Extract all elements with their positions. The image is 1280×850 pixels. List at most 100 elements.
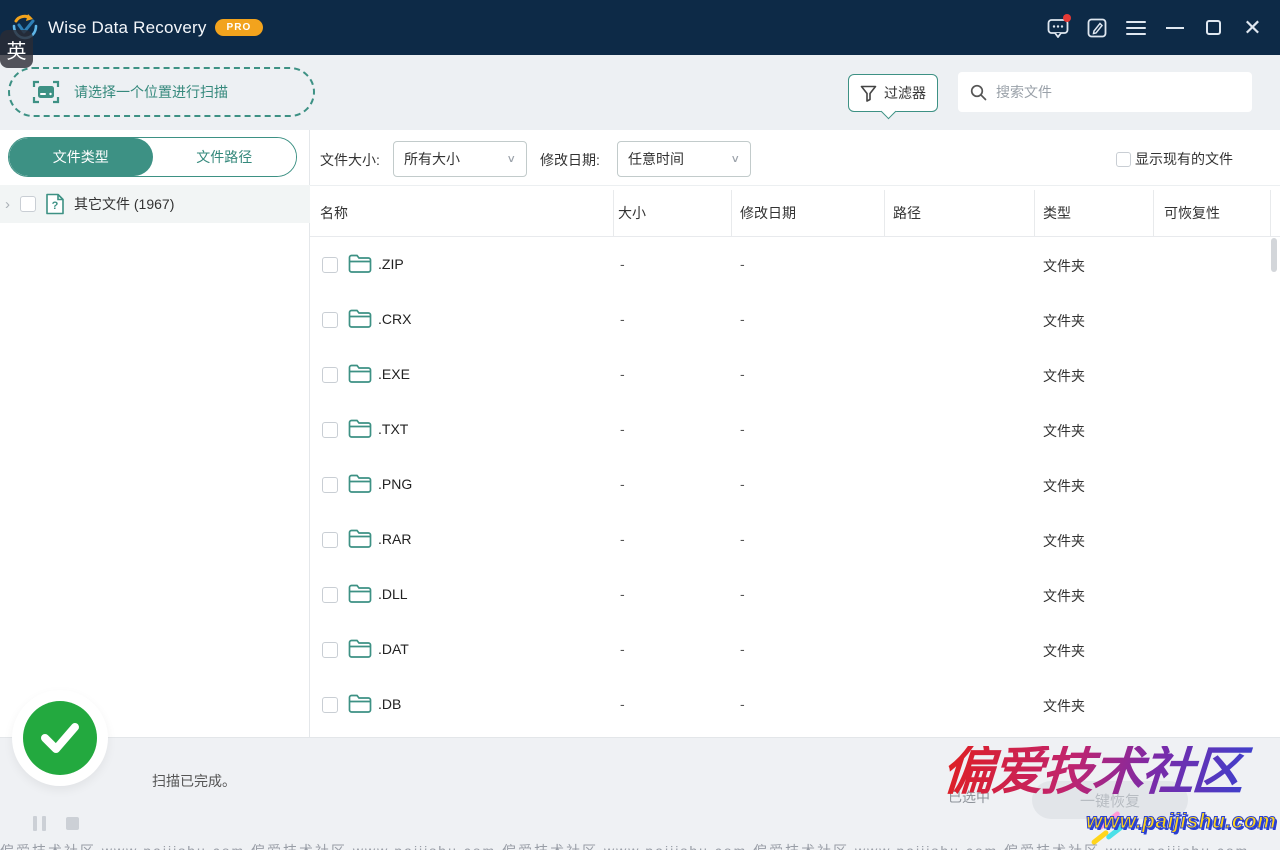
size-filter-label: 文件大小: [320,150,380,170]
title-bar: Wise Data Recovery PRO ✕ [0,0,1280,55]
pause-button[interactable] [33,816,49,831]
folder-icon [348,693,372,714]
select-location-button[interactable]: 请选择一个位置进行扫描 [8,67,315,117]
column-header-name[interactable]: 名称 [320,203,348,223]
maximize-button[interactable] [1194,0,1233,55]
tab-file-path[interactable]: 文件路径 [153,138,297,176]
unknown-file-icon: ? [45,193,65,215]
filter-row: 文件大小: 所有大小 ∨ 修改日期: 任意时间 ∨ 显示现有的文件 [310,130,1280,186]
messages-icon[interactable] [1038,0,1077,55]
table-row[interactable]: .ZIP - - 文件夹 [310,237,1280,292]
tree-item-label: 其它文件 (1967) [74,194,174,214]
cell-date: - [740,531,745,547]
table-row[interactable]: .RAR - - 文件夹 [310,512,1280,567]
table-row[interactable]: .DB - - 文件夹 [310,677,1280,732]
filter-button[interactable]: 过滤器 [848,74,938,112]
column-header-recoverability[interactable]: 可恢复性 [1164,203,1220,223]
cell-size: - [620,256,625,272]
app-title: Wise Data Recovery [48,18,207,38]
cell-date: - [740,311,745,327]
row-checkbox[interactable] [322,642,338,658]
svg-text:?: ? [52,200,59,212]
stop-button[interactable] [66,817,79,830]
column-header-date[interactable]: 修改日期 [740,203,796,223]
cell-type: 文件夹 [1043,311,1085,331]
column-header-size[interactable]: 大小 [618,203,646,223]
row-checkbox[interactable] [322,367,338,383]
row-checkbox[interactable] [322,532,338,548]
size-filter-value: 所有大小 [404,149,506,169]
row-checkbox[interactable] [322,312,338,328]
column-header-path[interactable]: 路径 [893,203,921,223]
row-checkbox[interactable] [322,697,338,713]
sidebar-tabs: 文件类型 文件路径 [8,137,297,177]
show-existing-checkbox[interactable] [1116,152,1131,167]
row-checkbox[interactable] [322,422,338,438]
funnel-icon [860,85,877,102]
cell-type: 文件夹 [1043,641,1085,661]
feedback-edit-icon[interactable] [1077,0,1116,55]
cell-size: - [620,586,625,602]
cell-size: - [620,531,625,547]
close-button[interactable]: ✕ [1233,0,1272,55]
minimize-button[interactable] [1155,0,1194,55]
cell-type: 文件夹 [1043,421,1085,441]
titlebar-buttons: ✕ [1038,0,1272,55]
expand-chevron-icon[interactable]: › [5,196,17,213]
date-filter-value: 任意时间 [628,149,730,169]
column-divider [731,190,732,236]
cell-name: .DB [378,696,401,712]
cell-name: .CRX [378,311,411,327]
table-row[interactable]: .TXT - - 文件夹 [310,402,1280,457]
cell-type: 文件夹 [1043,366,1085,386]
show-existing-files-toggle[interactable]: 显示现有的文件 [1116,149,1233,169]
main-panel: 文件大小: 所有大小 ∨ 修改日期: 任意时间 ∨ 显示现有的文件 名称 大小 … [310,130,1280,737]
cell-type: 文件夹 [1043,586,1085,606]
date-filter-select[interactable]: 任意时间 ∨ [617,141,751,177]
search-icon [970,84,987,101]
table-row[interactable]: .PNG - - 文件夹 [310,457,1280,512]
cell-date: - [740,421,745,437]
top-bar: 请选择一个位置进行扫描 过滤器 [0,55,1280,130]
folder-icon [348,528,372,549]
pro-badge: PRO [215,19,264,36]
table-row[interactable]: .DAT - - 文件夹 [310,622,1280,677]
scrollbar-thumb[interactable] [1271,238,1277,272]
drive-scan-icon [32,79,60,105]
sidebar: 文件类型 文件路径 › ? 其它文件 (1967) [0,130,310,737]
column-divider [1153,190,1154,236]
date-filter-label: 修改日期: [540,150,600,170]
cell-size: - [620,696,625,712]
ime-indicator[interactable]: 英 [0,30,33,68]
column-divider [884,190,885,236]
row-checkbox[interactable] [322,477,338,493]
cell-name: .DAT [378,641,409,657]
column-divider [613,190,614,236]
folder-icon [348,638,372,659]
folder-icon [348,253,372,274]
table-row[interactable]: .CRX - - 文件夹 [310,292,1280,347]
menu-icon[interactable] [1116,0,1155,55]
row-checkbox[interactable] [322,257,338,273]
row-checkbox[interactable] [322,587,338,603]
tree-item-other-files[interactable]: › ? 其它文件 (1967) [0,185,310,223]
cell-date: - [740,696,745,712]
column-header-type[interactable]: 类型 [1043,203,1071,223]
tree-item-checkbox[interactable] [20,196,36,212]
folder-icon [348,473,372,494]
cell-name: .ZIP [378,256,404,272]
cell-date: - [740,256,745,272]
table-row[interactable]: .EXE - - 文件夹 [310,347,1280,402]
cell-size: - [620,476,625,492]
column-divider [1034,190,1035,236]
search-input[interactable] [996,84,1236,100]
table-row[interactable]: .DLL - - 文件夹 [310,567,1280,622]
cell-size: - [620,311,625,327]
watermark-url: www.paijishu.com [1086,810,1276,834]
size-filter-select[interactable]: 所有大小 ∨ [393,141,527,177]
select-location-label: 请选择一个位置进行扫描 [74,82,228,102]
notification-dot [1063,14,1071,22]
folder-icon [348,583,372,604]
tab-file-type[interactable]: 文件类型 [9,138,153,176]
cell-name: .TXT [378,421,408,437]
